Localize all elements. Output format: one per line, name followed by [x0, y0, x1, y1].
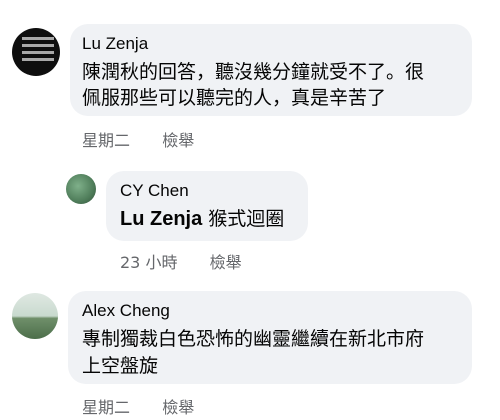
comment-author[interactable]: Lu Zenja	[82, 34, 148, 54]
comment-text-line: 上空盤旋	[82, 355, 159, 377]
comment-meta: 23 小時 檢舉	[120, 249, 242, 273]
comment-time[interactable]: 23 小時	[120, 253, 177, 272]
comment-time[interactable]: 星期二	[82, 131, 130, 150]
comment-text-line: 專制獨裁白色恐怖的幽靈繼續在新北市府	[82, 328, 425, 350]
comment-text: Lu Zenja 猴式迴圈	[120, 205, 284, 234]
comment-text-line: 佩服那些可以聽完的人，真是辛苦了	[82, 87, 387, 109]
user-avatar-icon[interactable]	[12, 28, 60, 76]
report-button[interactable]: 檢舉	[162, 131, 194, 150]
comment-author[interactable]: Alex Cheng	[82, 301, 170, 321]
user-avatar-icon[interactable]	[12, 293, 58, 339]
reply-text: 猴式迴圈	[202, 208, 285, 230]
comment-time[interactable]: 星期二	[82, 398, 130, 417]
comment-meta: 星期二 檢舉	[82, 127, 194, 151]
report-button[interactable]: 檢舉	[162, 398, 194, 417]
user-avatar-icon[interactable]	[66, 174, 96, 204]
mention-link[interactable]: Lu Zenja	[120, 208, 202, 230]
comment-meta: 星期二 檢舉	[82, 394, 194, 418]
comment-text-line: 陳潤秋的回答，聽沒幾分鐘就受不了。很	[82, 61, 425, 83]
report-button[interactable]: 檢舉	[210, 253, 242, 272]
comment-author[interactable]: CY Chen	[120, 181, 189, 201]
